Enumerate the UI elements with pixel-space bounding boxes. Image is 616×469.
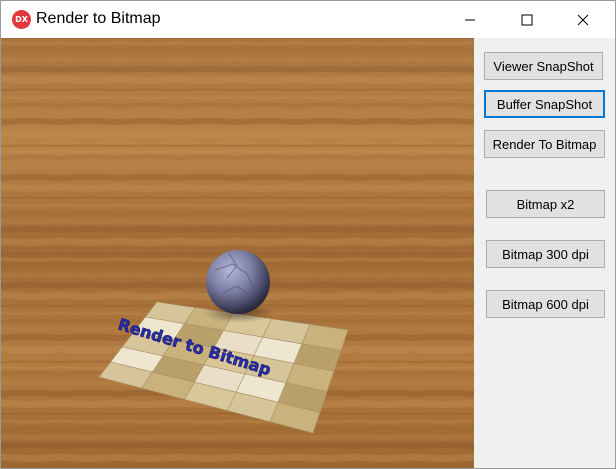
render-to-bitmap-button[interactable]: Render To Bitmap [484, 130, 605, 158]
viewer-snapshot-button[interactable]: Viewer SnapShot [484, 52, 603, 80]
buffer-snapshot-button[interactable]: Buffer SnapShot [484, 90, 605, 118]
bitmap-600-dpi-button[interactable]: Bitmap 600 dpi [486, 290, 605, 318]
bitmap-x2-button[interactable]: Bitmap x2 [486, 190, 605, 218]
button-panel: Viewer SnapShot Buffer SnapShot Render T… [474, 38, 615, 468]
window-title: Render to Bitmap [36, 10, 161, 27]
maximize-button[interactable] [504, 1, 550, 38]
maximize-icon [521, 14, 533, 25]
app-window: DX Render to Bitmap Render to Bitmap Vie… [0, 0, 616, 469]
title-bar[interactable]: DX Render to Bitmap [1, 1, 615, 38]
3d-viewport[interactable]: Render to Bitmap [1, 38, 474, 468]
wood-background: Render to Bitmap [1, 38, 474, 468]
textured-sphere [206, 250, 270, 314]
app-icon: DX [12, 10, 31, 29]
close-icon [577, 14, 589, 25]
minimize-button[interactable] [447, 1, 493, 38]
bitmap-300-dpi-button[interactable]: Bitmap 300 dpi [486, 240, 605, 268]
close-button[interactable] [560, 1, 606, 38]
minimize-icon [465, 19, 475, 20]
